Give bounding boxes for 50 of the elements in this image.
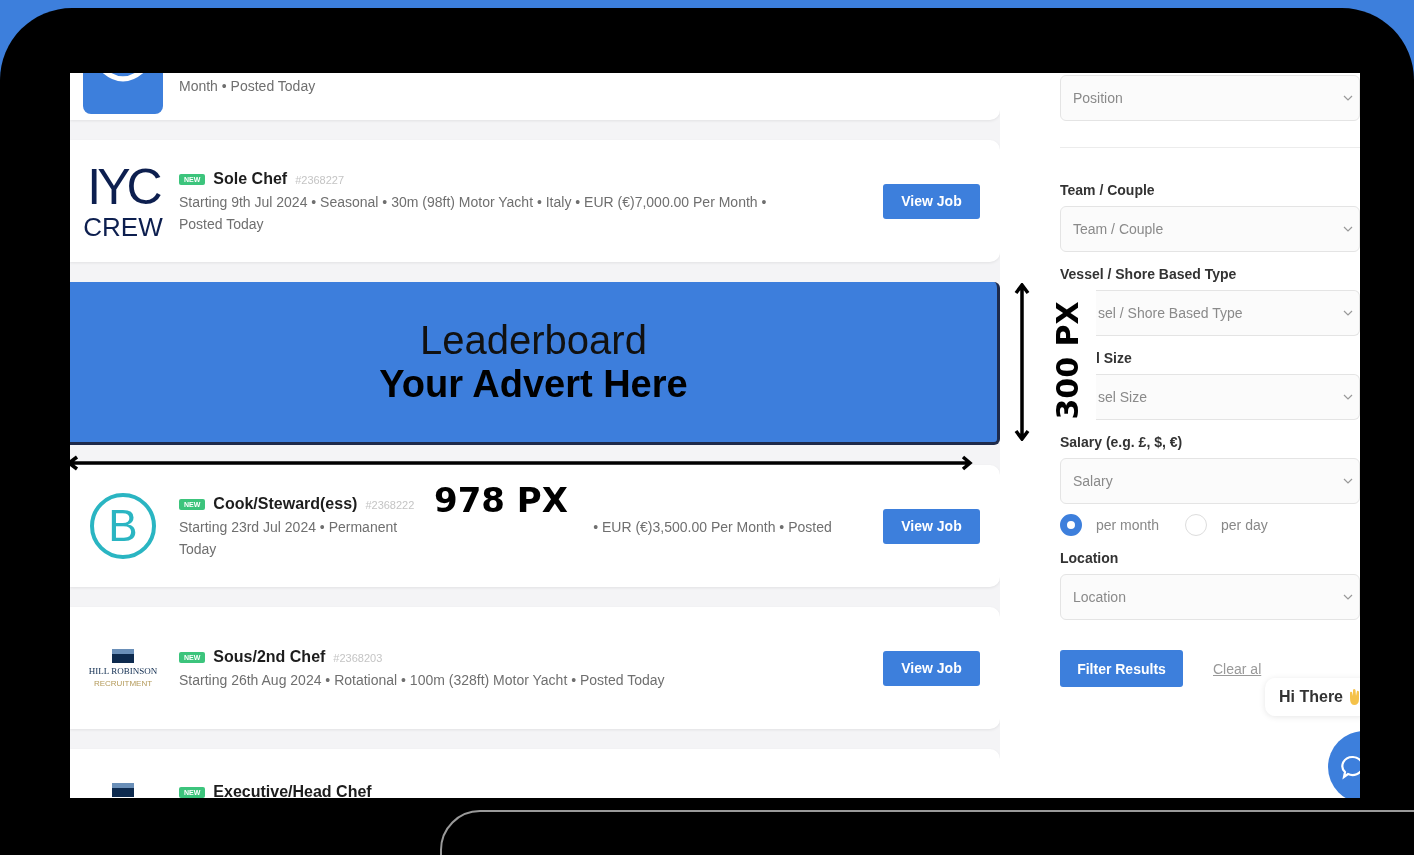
logo-text: HILL ROBINSON [88,665,158,676]
filter-dropdown[interactable]: Position [1060,75,1360,121]
view-job-button[interactable]: View Job [883,508,980,544]
job-details: Starting 9th Jul 2024 • Seasonal • 30m (98ft) Motor Yacht • Italy • EUR (€)7,000.00 Per Month • [179,194,767,210]
job-details: Starting 23rd Jul 2024 • Permanent [179,519,398,535]
flag-icon [112,783,134,797]
job-details: Month • Posted Today [179,78,316,94]
job-details: Posted Today [179,216,264,232]
job-title[interactable]: Sous/2nd Chef [213,648,326,666]
advert-text: Your Advert Here [379,363,688,406]
waving-hand-icon [1347,688,1360,706]
filter-label: Vessel / Shore Based Type [1060,266,1238,282]
logo-text: CREW [83,214,163,240]
filter-label: Location [1060,550,1120,566]
job-details: Starting 26th Aug 2024 • Rotational • 100m (328ft) Motor Yacht • Posted Today [179,672,665,688]
chevron-down-icon [1343,95,1353,101]
clear-all-link[interactable]: Clear al [1213,660,1262,677]
advert-title: Leaderboard [420,318,647,363]
filter-dropdown[interactable]: Salary [1060,458,1360,504]
company-logo: B [90,493,156,559]
chevron-down-icon [1343,478,1353,484]
chevron-down-icon [1343,394,1353,400]
filter-dropdown[interactable]: sel Size [1096,374,1360,420]
filter-label: Salary (e.g. £, $, €) [1060,434,1184,450]
job-reference: #2368227 [295,174,345,186]
job-reference: #2368203 [333,652,383,664]
filter-results-button[interactable]: Filter Results [1060,650,1183,687]
job-title[interactable]: Sole Chef [213,170,288,188]
logo-text: RECRUITMENT [93,678,153,688]
filter-label: l Size [1096,350,1133,366]
job-details: Today [179,541,217,557]
chevron-down-icon [1343,594,1353,600]
chevron-down-icon [1343,310,1353,316]
radio-option[interactable]: per day [1185,514,1268,536]
filter-dropdown[interactable]: Team / Couple [1060,206,1360,252]
chat-icon [1340,754,1360,780]
flag-icon [112,648,134,663]
filter-dropdown[interactable]: sel / Shore Based Type [1096,290,1360,336]
filter-dropdown[interactable]: Location [1060,574,1360,620]
view-job-button[interactable]: View Job [883,650,980,686]
radio-option[interactable]: per month [1060,514,1160,536]
job-reference: #2368222 [365,499,415,511]
job-title[interactable]: Cook/Steward(ess) [213,495,358,513]
view-job-button[interactable]: View Job [883,183,980,219]
chat-greeting-bubble[interactable]: Hi There [1265,678,1360,716]
logo-text: IYC [87,162,159,212]
job-title[interactable]: Executive/Head Chef [213,783,372,798]
filter-label: Team / Couple [1060,182,1156,198]
job-details: • EUR (€)3,500.00 Per Month • Posted [593,519,832,535]
chevron-down-icon [1343,226,1353,232]
